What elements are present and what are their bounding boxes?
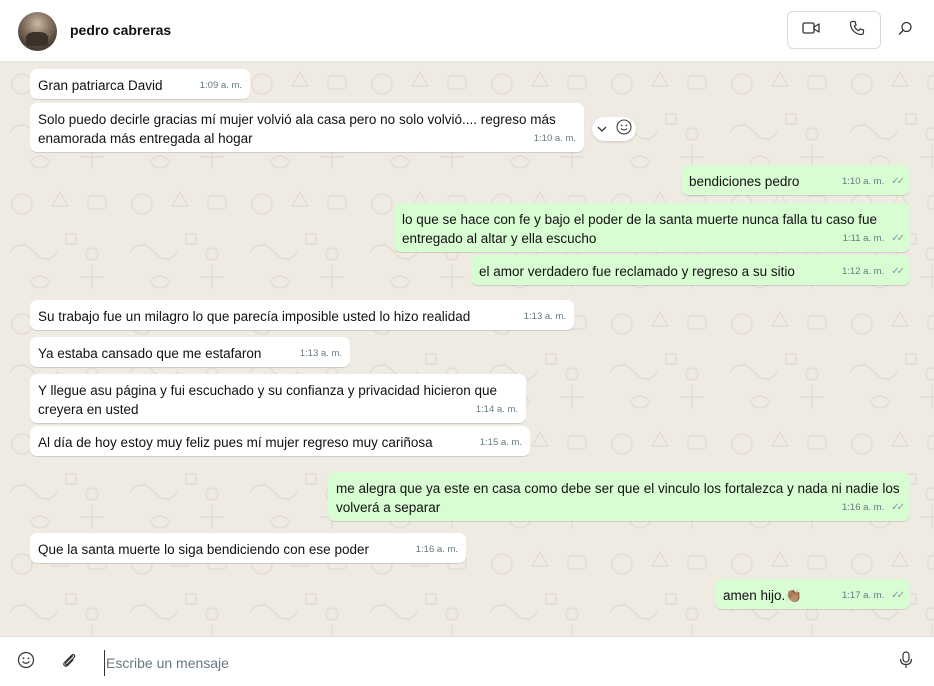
message-text: Ya estaba cansado que me estafaron [38, 346, 262, 361]
message-time: 1:11 a. m. [842, 233, 885, 244]
message-outgoing[interactable]: lo que se hace con fe y bajo el poder de… [394, 203, 910, 252]
message-outgoing[interactable]: me alegra que ya este en casa como debe … [328, 472, 910, 521]
voice-call-button[interactable] [834, 12, 880, 48]
video-camera-icon [802, 21, 820, 40]
message-time: 1:09 a. m. [199, 80, 242, 91]
voice-message-button[interactable] [895, 650, 917, 674]
video-call-button[interactable] [788, 12, 834, 48]
search-button[interactable] [894, 20, 916, 42]
contact-name[interactable]: pedro cabreras [70, 22, 171, 38]
chevron-down-icon[interactable] [597, 120, 607, 138]
read-receipt-icon: ✓✓ [891, 266, 905, 277]
message-time: 1:17 a. m. [841, 590, 885, 601]
message-text: Que la santa muerte lo siga bendiciendo … [38, 542, 369, 557]
message-input[interactable] [104, 650, 868, 676]
phone-icon [849, 20, 865, 41]
read-receipt-icon: ✓✓ [891, 176, 905, 187]
message-incoming[interactable]: Solo puedo decirle gracias mí mujer volv… [30, 103, 584, 152]
paperclip-icon [60, 651, 78, 674]
read-receipt-icon: ✓✓ [891, 233, 905, 244]
message-time: 1:16 a. m. [841, 502, 885, 513]
attach-button[interactable] [58, 651, 80, 673]
message-incoming[interactable]: Y llegue asu página y fui escuchado y su… [30, 374, 526, 423]
message-list[interactable]: Gran patriarca David 1:09 a. m. Solo pue… [0, 62, 934, 636]
emoji-icon [17, 651, 35, 674]
message-outgoing[interactable]: amen hijo.👏🏽 1:17 a. m. ✓✓ [715, 579, 910, 609]
emoji-button[interactable] [15, 651, 37, 673]
message-text: Su trabajo fue un milagro lo que parecía… [38, 309, 471, 324]
message-time: 1:13 a. m. [523, 311, 566, 322]
message-outgoing[interactable]: bendiciones pedro 1:10 a. m. ✓✓ [681, 165, 910, 195]
message-time: 1:14 a. m. [475, 404, 518, 415]
message-incoming[interactable]: Ya estaba cansado que me estafaron 1:13 … [30, 337, 350, 367]
read-receipt-icon: ✓✓ [891, 590, 905, 601]
message-time: 1:15 a. m. [479, 437, 522, 448]
message-incoming[interactable]: Al día de hoy estoy muy feliz pues mí mu… [30, 426, 530, 456]
message-text: Al día de hoy estoy muy feliz pues mí mu… [38, 435, 433, 450]
message-text: el amor verdadero fue reclamado y regres… [479, 264, 795, 279]
message-time: 1:10 a. m. [841, 176, 885, 187]
microphone-icon [899, 650, 913, 674]
chat-header: pedro cabreras [0, 0, 934, 62]
message-text: Solo puedo decirle gracias mí mujer volv… [38, 112, 556, 146]
read-receipt-icon: ✓✓ [891, 502, 905, 513]
message-incoming[interactable]: Gran patriarca David 1:09 a. m. [30, 69, 250, 99]
message-time: 1:12 a. m. [841, 266, 885, 277]
composer-bar [0, 636, 934, 686]
search-icon [898, 21, 913, 41]
message-text: me alegra que ya este en casa como debe … [336, 481, 900, 515]
message-text: lo que se hace con fe y bajo el poder de… [402, 212, 878, 246]
message-incoming[interactable]: Su trabajo fue un milagro lo que parecía… [30, 300, 574, 330]
smiley-icon[interactable] [615, 118, 632, 140]
message-hover-actions [592, 117, 636, 141]
message-time: 1:10 a. m. [533, 133, 576, 144]
message-text: Y llegue asu página y fui escuchado y su… [38, 383, 498, 417]
call-buttons-group [787, 11, 881, 49]
message-outgoing[interactable]: el amor verdadero fue reclamado y regres… [471, 255, 910, 285]
message-time: 1:13 a. m. [299, 348, 342, 359]
message-time: 1:16 a. m. [415, 544, 458, 555]
contact-avatar[interactable] [18, 12, 57, 51]
message-incoming[interactable]: Que la santa muerte lo siga bendiciendo … [30, 533, 466, 563]
